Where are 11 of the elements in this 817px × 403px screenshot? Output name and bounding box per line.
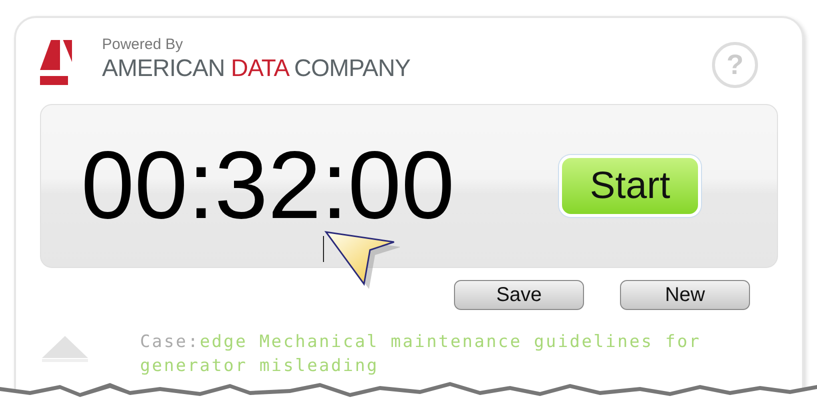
action-button[interactable]: Save — [454, 280, 584, 310]
text-cursor — [323, 236, 324, 262]
case-text: Case:edge Mechanical maintenance guidelines for generator misleading — [140, 331, 702, 378]
powered-by-text: Powered By — [102, 36, 184, 54]
timer-display: 00:32:00 — [81, 138, 455, 234]
logo-icon — [40, 40, 72, 86]
action-button[interactable]: New — [620, 280, 750, 310]
pointer-icon — [324, 230, 400, 290]
collapse-triangle-icon[interactable] — [40, 334, 90, 364]
start-button[interactable]: Start — [559, 155, 701, 217]
company-name: AMERICAN DATA COMPANY — [102, 54, 410, 84]
